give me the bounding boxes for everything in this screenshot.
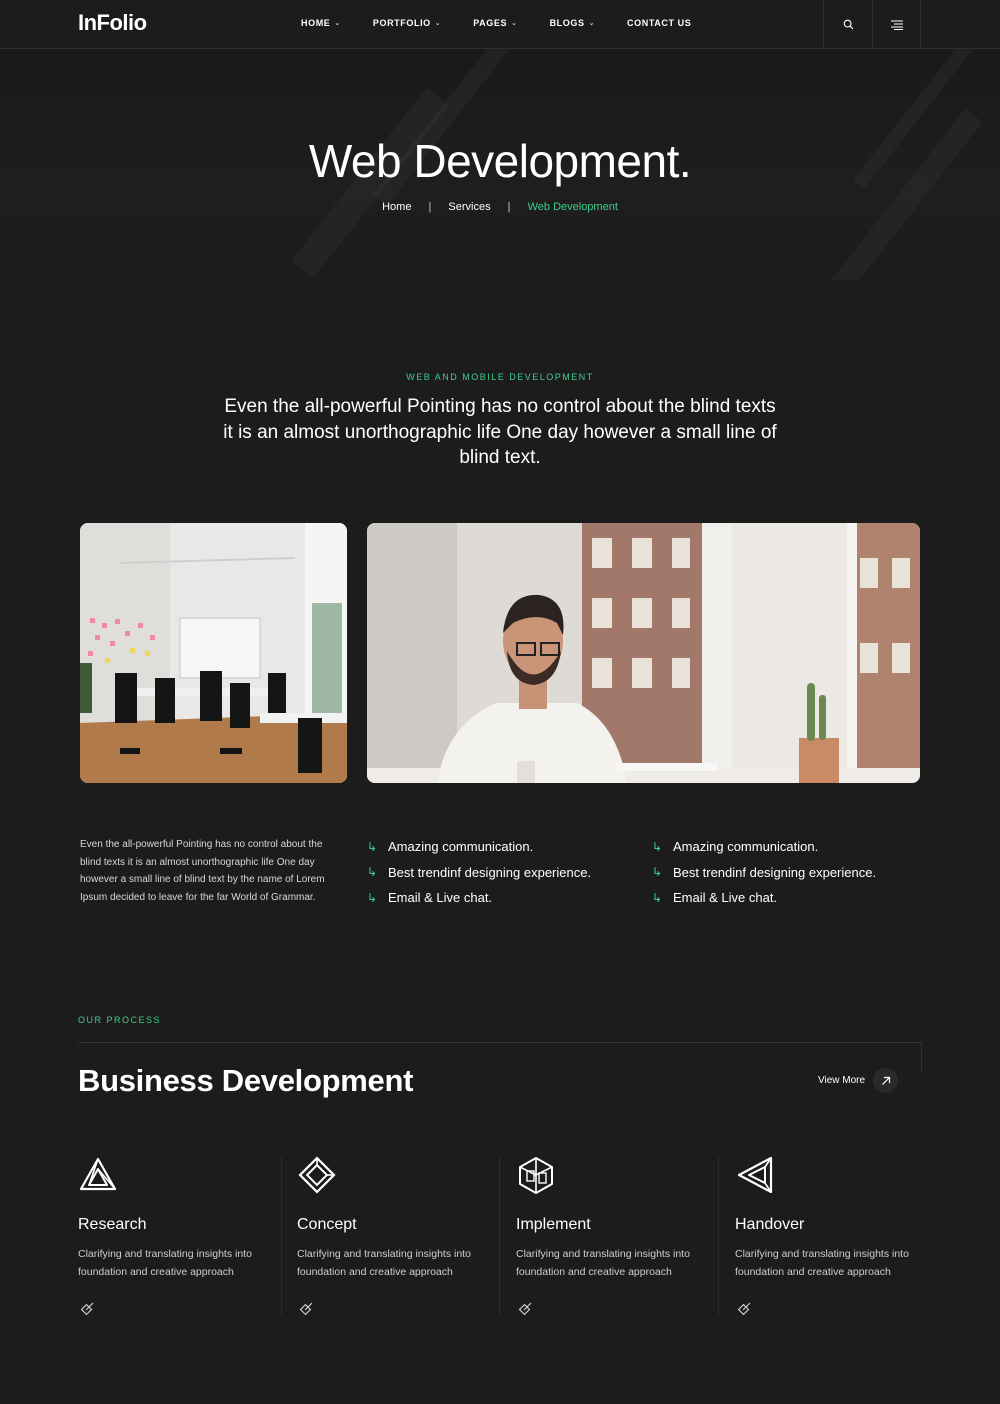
list-item: ↳ Amazing communication. [367,834,591,860]
list-item: ↳ Best trendinf designing experience. [652,860,876,886]
feature-label: Email & Live chat. [388,890,493,906]
breadcrumb-services[interactable]: Services [448,201,490,213]
card-title: Research [78,1216,147,1233]
impossible-triangle-icon [79,1157,117,1191]
return-arrow-icon: ↳ [652,865,663,880]
site-logo[interactable]: InFolio [78,10,147,36]
process-title: Business Development [78,1063,413,1099]
menu-toggle-button[interactable] [872,0,921,49]
card-description: Clarifying and translating insights into… [297,1248,471,1278]
return-arrow-icon: ↳ [652,839,663,854]
features-list-2: ↳ Amazing communication. ↳ Best trendinf d… [652,834,876,911]
nav-contact[interactable]: CONTACT US [627,18,691,28]
card-description: Clarifying and translating insights into… [78,1248,252,1278]
nav-home-label: HOME [301,18,331,28]
list-item: ↳ Amazing communication. [652,834,876,860]
breadcrumb-current: Web Development [527,201,618,213]
breadcrumb-separator: | [507,201,511,213]
process-card-research: Research Clarifying and translating insi… [78,1155,297,1316]
nav-portfolio-label: PORTFOLIO [372,18,431,28]
nav-blogs-label: BLOGS [549,18,585,28]
chevron-down-icon: ⌄ [511,20,518,27]
process-title-light: Development [221,1063,414,1098]
card-link-arrow-icon[interactable] [737,1300,753,1316]
view-more-button[interactable]: View More [818,1068,899,1093]
features-list-1: ↳ Amazing communication. ↳ Best trendinf d… [367,834,591,911]
top-navbar: InFolio HOME ⌄ PORTFOLIO ⌄ PAGES ⌄ BLOGS ⌄ C… [0,0,1000,49]
return-arrow-icon: ↳ [652,890,663,905]
nav-pages[interactable]: PAGES ⌄ [473,18,517,28]
return-arrow-icon: ↳ [367,839,378,854]
return-arrow-icon: ↳ [367,890,378,905]
card-title: Implement [516,1216,591,1233]
office-illustration [80,523,347,783]
breadcrumb: Home | Services | Web Development [0,201,1000,213]
page-title: Web Development. [308,135,692,187]
section-divider [78,1042,922,1043]
nav-portfolio[interactable]: PORTFOLIO ⌄ [373,18,441,28]
card-link-arrow-icon[interactable] [80,1300,96,1316]
main-menu: HOME ⌄ PORTFOLIO ⌄ PAGES ⌄ BLOGS ⌄ CONTACT U… [301,18,723,28]
interlocking-cube-icon [519,1157,553,1194]
chevron-down-icon: ⌄ [434,20,442,27]
list-item: ↳ Email & Live chat. [367,885,591,911]
search-button[interactable] [823,0,872,49]
list-item: ↳ Email & Live chat. [652,885,876,911]
card-title: Handover [735,1216,805,1233]
nav-blogs[interactable]: BLOGS ⌄ [550,18,595,28]
impossible-arrow-icon [737,1156,773,1194]
breadcrumb-separator: | [428,201,432,213]
details-paragraph: Even the all-powerful Pointing has no co… [80,839,325,903]
process-eyebrow: OUR PROCESS [78,1015,162,1025]
section-divider-end [921,1042,922,1072]
diamond-frame-icon [298,1156,336,1194]
arrow-circle [873,1068,899,1093]
search-icon [843,19,853,30]
return-arrow-icon: ↳ [367,865,378,880]
feature-label: Email & Live chat. [673,890,778,906]
intro-eyebrow: WEB AND MOBILE DEVELOPMENT [406,372,594,382]
card-title: Concept [297,1216,357,1233]
process-card-concept: Concept Clarifying and translating insig… [297,1155,516,1316]
nav-pages-label: PAGES [473,18,508,28]
list-item: ↳ Best trendinf designing experience. [367,860,591,886]
process-card-implement: Implement Clarifying and translating ins… [516,1155,735,1316]
arrow-up-right-icon [881,1076,890,1085]
man-illustration [367,523,920,783]
nav-contact-label: CONTACT US [627,18,692,28]
card-description: Clarifying and translating insights into… [735,1248,909,1278]
man-working-photo [367,523,920,783]
page-hero: Web Development. Home | Services | Web D… [0,49,1000,280]
nav-home[interactable]: HOME ⌄ [301,18,341,28]
card-link-arrow-icon[interactable] [518,1300,534,1316]
feature-label: Best trendinf designing experience. [673,864,877,880]
office-photo [80,523,347,783]
view-more-label: View More [818,1075,866,1086]
chevron-down-icon: ⌄ [588,20,596,27]
feature-label: Amazing communication. [673,839,819,855]
card-description: Clarifying and translating insights into… [516,1248,690,1278]
process-title-bold: Business [78,1063,214,1098]
feature-label: Best trendinf designing experience. [388,864,592,880]
chevron-down-icon: ⌄ [334,20,341,27]
feature-label: Amazing communication. [388,839,534,855]
breadcrumb-home[interactable]: Home [382,201,411,213]
intro-text: Even the all-powerful Pointing has no co… [223,396,777,468]
hamburger-menu-icon [890,20,903,30]
card-link-arrow-icon[interactable] [299,1300,315,1316]
process-card-handover: Handover Clarifying and translating insi… [735,1155,954,1316]
